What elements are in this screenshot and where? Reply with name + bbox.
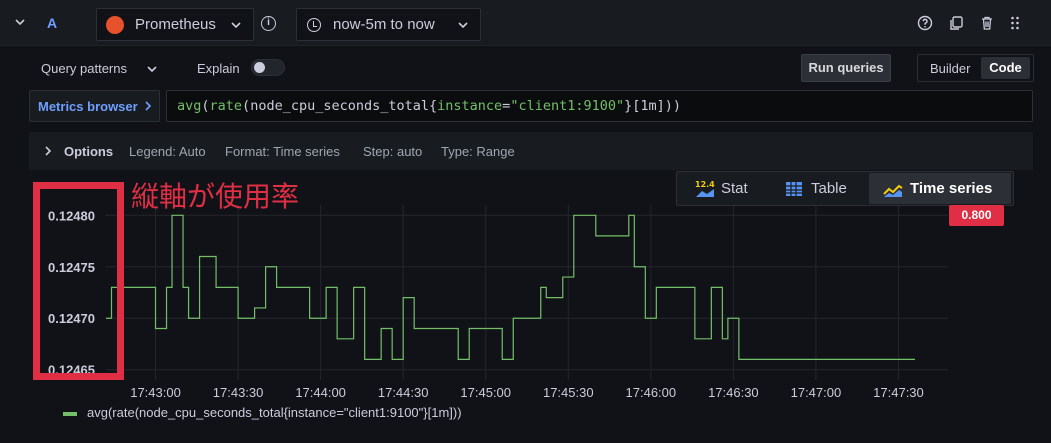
toggle-knob — [254, 62, 265, 73]
time-series-icon — [883, 184, 903, 198]
metrics-browser-button[interactable]: Metrics browser — [29, 90, 160, 122]
duplicate-icon[interactable] — [948, 15, 964, 31]
vis-stat-label: Stat — [721, 180, 748, 197]
value-badge: 0.800 — [949, 205, 1004, 226]
query-label-value: "client1:9100" — [510, 98, 625, 114]
chevron-down-icon — [147, 66, 157, 73]
drag-handle-icon[interactable] — [1007, 15, 1023, 31]
x-tick-label: 17:44:30 — [378, 385, 429, 400]
query-patterns-dropdown[interactable]: Query patterns — [41, 61, 127, 76]
explain-toggle[interactable] — [251, 59, 285, 76]
x-tick-label: 17:46:00 — [626, 385, 677, 400]
time-range-label: now-5m to now — [333, 16, 435, 33]
datasource-name: Prometheus — [135, 16, 216, 33]
query-fn-avg: avg — [177, 98, 202, 114]
x-tick-label: 17:46:30 — [708, 385, 759, 400]
vis-stat-button[interactable]: 12.4 Stat — [695, 173, 748, 204]
legend-swatch — [63, 411, 77, 416]
series-line — [106, 214, 915, 361]
run-queries-button[interactable]: Run queries — [801, 54, 891, 82]
x-tick-label: 17:45:30 — [543, 385, 594, 400]
trash-icon[interactable] — [979, 15, 995, 31]
datasource-picker[interactable]: Prometheus — [96, 8, 254, 41]
query-input[interactable]: avg(rate(node_cpu_seconds_total{instance… — [166, 90, 1033, 122]
options-step: Step: auto — [363, 144, 423, 159]
vis-table-button[interactable]: Table — [785, 173, 847, 204]
vis-time-series-button[interactable]: Time series — [869, 173, 1011, 204]
query-letter[interactable]: A — [47, 15, 57, 31]
x-tick-label: 17:43:00 — [130, 385, 181, 400]
options-type: Type: Range — [441, 144, 515, 159]
explain-label: Explain — [197, 61, 240, 76]
visualization-switcher: 12.4 Stat Table Time series — [676, 171, 1014, 206]
options-format: Format: Time series — [225, 144, 340, 159]
time-range-picker[interactable]: now-5m to now — [296, 8, 481, 41]
chart-legend[interactable]: avg(rate(node_cpu_seconds_total{instance… — [63, 405, 462, 420]
query-metric: node_cpu_seconds_total — [250, 98, 429, 114]
vis-table-label: Table — [811, 180, 847, 197]
x-tick-label: 17:44:00 — [295, 385, 346, 400]
annotation-box — [33, 182, 124, 380]
annotation-text: 縦軸が使用率 — [131, 180, 300, 213]
x-tick-label: 17:43:30 — [213, 385, 264, 400]
options-label: Options — [64, 144, 114, 159]
vis-time-series-label: Time series — [910, 180, 993, 197]
x-tick-label: 17:47:30 — [873, 385, 924, 400]
query-label-key: instance — [437, 98, 503, 114]
editor-mode-toggle: Builder Code — [917, 54, 1034, 82]
help-icon[interactable] — [917, 15, 933, 31]
metrics-browser-label: Metrics browser — [38, 99, 138, 114]
chevron-right-icon — [45, 146, 52, 156]
table-icon — [786, 182, 802, 197]
svg-text:12.4: 12.4 — [695, 180, 715, 189]
x-tick-label: 17:45:00 — [460, 385, 511, 400]
chevron-down-icon[interactable] — [12, 14, 28, 30]
options-legend: Legend: Auto — [129, 144, 206, 159]
query-header: A Prometheus i now-5m to now — [0, 0, 1051, 46]
chevron-down-icon — [458, 22, 468, 29]
chevron-right-icon — [145, 101, 152, 111]
query-range: [1m] — [632, 98, 665, 114]
query-fn-rate: rate — [209, 98, 243, 114]
mode-code-button[interactable]: Code — [981, 57, 1030, 79]
chevron-down-icon — [231, 22, 241, 29]
clock-icon — [307, 18, 321, 32]
query-options-row[interactable]: Options Legend: Auto Format: Time series… — [29, 132, 1033, 170]
mode-builder-button[interactable]: Builder — [930, 61, 970, 76]
legend-series-name: avg(rate(node_cpu_seconds_total{instance… — [87, 405, 462, 420]
info-icon[interactable]: i — [261, 16, 276, 31]
x-tick-label: 17:47:00 — [791, 385, 842, 400]
prometheus-icon — [106, 16, 124, 34]
query-text: avg(rate(node_cpu_seconds_total{instance… — [177, 98, 682, 114]
stat-icon: 12.4 — [695, 180, 715, 198]
